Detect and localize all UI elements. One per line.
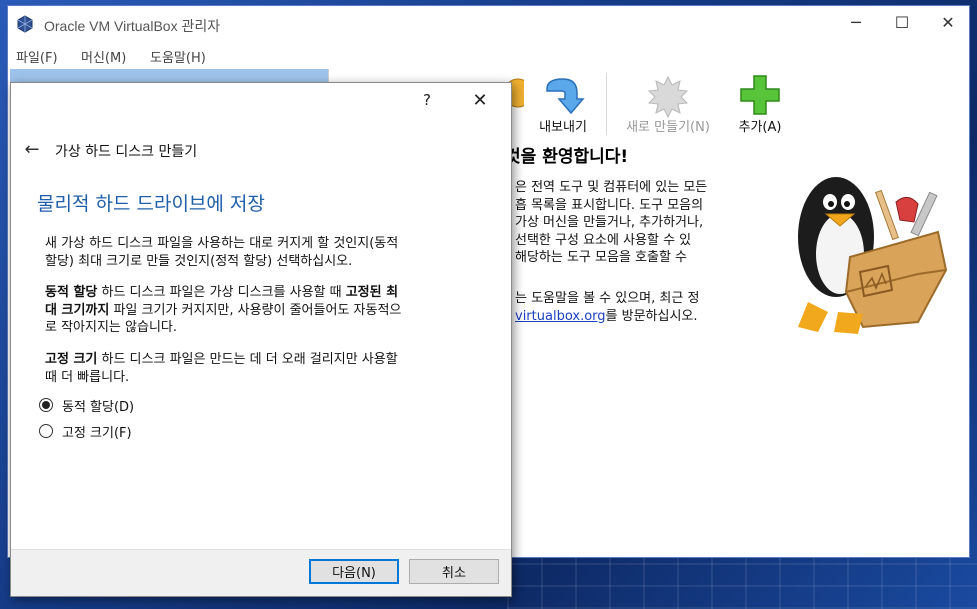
add-label: 추가(A) — [738, 120, 782, 135]
dialog-footer: 다음(N) 취소 — [11, 549, 511, 596]
menu-file[interactable]: 파일(F) — [16, 47, 58, 66]
menu-machine[interactable]: 머신(M) — [81, 47, 126, 66]
radio-dynamic-indicator[interactable] — [39, 398, 53, 412]
new-label: 새로 만들기(N) — [626, 120, 710, 135]
minimize-button[interactable]: ─ — [833, 6, 879, 38]
radio-fixed-indicator[interactable] — [39, 424, 53, 438]
dynamic-text-mid: 하드 디스크 파일은 가상 디스크를 사용할 때 — [97, 285, 346, 300]
welcome-paragraph-1: 은 전역 도구 및 컴퓨터에 있는 모든 흡 목록을 표시합니다. 도구 모음의… — [515, 180, 708, 265]
window-title: Oracle VM VirtualBox 관리자 — [44, 18, 221, 34]
menu-bar: 파일(F) 머신(M) 도움말(H) — [8, 44, 969, 68]
toolbar-separator — [606, 73, 607, 135]
radio-fixed-size[interactable]: 고정 크기(F) — [39, 421, 132, 441]
welcome-paragraph-2-text: 는 도움말을 볼 수 있으며, 최근 정 — [515, 291, 700, 306]
radio-dynamic-label[interactable]: 동적 할당(D) — [62, 396, 134, 415]
dynamic-description: 동적 할당 하드 디스크 파일은 가상 디스크를 사용할 때 고정된 최 대 크… — [45, 284, 497, 337]
create-virtual-hard-disk-dialog: ? ✕ ← 가상 하드 디스크 만들기 물리적 하드 드라이브에 저장 새 가상… — [10, 82, 512, 597]
fixed-description: 고정 크기 하드 디스크 파일은 만드는 데 더 오래 걸리지만 사용할 때 더… — [45, 351, 497, 386]
fixed-term: 고정 크기 — [45, 352, 98, 367]
tux-toolbox-illustration — [798, 177, 948, 334]
close-button[interactable]: ✕ — [925, 6, 971, 38]
virtualbox-app-icon — [17, 15, 33, 33]
radio-fixed-label[interactable]: 고정 크기(F) — [62, 422, 132, 441]
page-title: 물리적 하드 드라이브에 저장 — [37, 193, 265, 215]
export-icon — [546, 78, 585, 115]
maximize-button[interactable]: ☐ — [879, 6, 925, 38]
dynamic-term: 동적 할당 — [45, 285, 98, 300]
welcome-paragraph-2-end: 를 방문하십시오. — [605, 308, 698, 324]
help-button[interactable]: ? — [415, 91, 439, 109]
dialog-close-button[interactable]: ✕ — [466, 88, 494, 114]
next-button[interactable]: 다음(N) — [309, 559, 399, 584]
intro-text: 새 가상 하드 디스크 파일을 사용하는 대로 커지게 할 것인지(동적 할당)… — [45, 236, 399, 269]
wizard-title: 가상 하드 디스크 만들기 — [55, 144, 198, 160]
fixed-text-rest: 하드 디스크 파일은 만드는 데 더 오래 걸리지만 사용할 때 더 빠릅니다. — [45, 352, 398, 385]
back-arrow-icon[interactable]: ← — [21, 139, 43, 160]
welcome-paragraph-2: 는 도움말을 볼 수 있으며, 최근 정 virtualbox.org를 방문하… — [515, 290, 699, 325]
title-bar: Oracle VM VirtualBox 관리자 ─ ☐ ✕ — [8, 6, 969, 42]
desktop-pattern — [507, 549, 977, 609]
welcome-heading: 것을 환영합니다! — [505, 147, 629, 167]
virtualbox-link[interactable]: virtualbox.org — [515, 309, 606, 324]
radio-dynamic-allocation[interactable]: 동적 할당(D) — [39, 395, 134, 415]
menu-help[interactable]: 도움말(H) — [150, 47, 206, 66]
add-icon — [740, 75, 780, 115]
new-icon-disabled — [647, 75, 689, 119]
export-label: 내보내기 — [539, 120, 587, 135]
cancel-button[interactable]: 취소 — [409, 559, 499, 584]
